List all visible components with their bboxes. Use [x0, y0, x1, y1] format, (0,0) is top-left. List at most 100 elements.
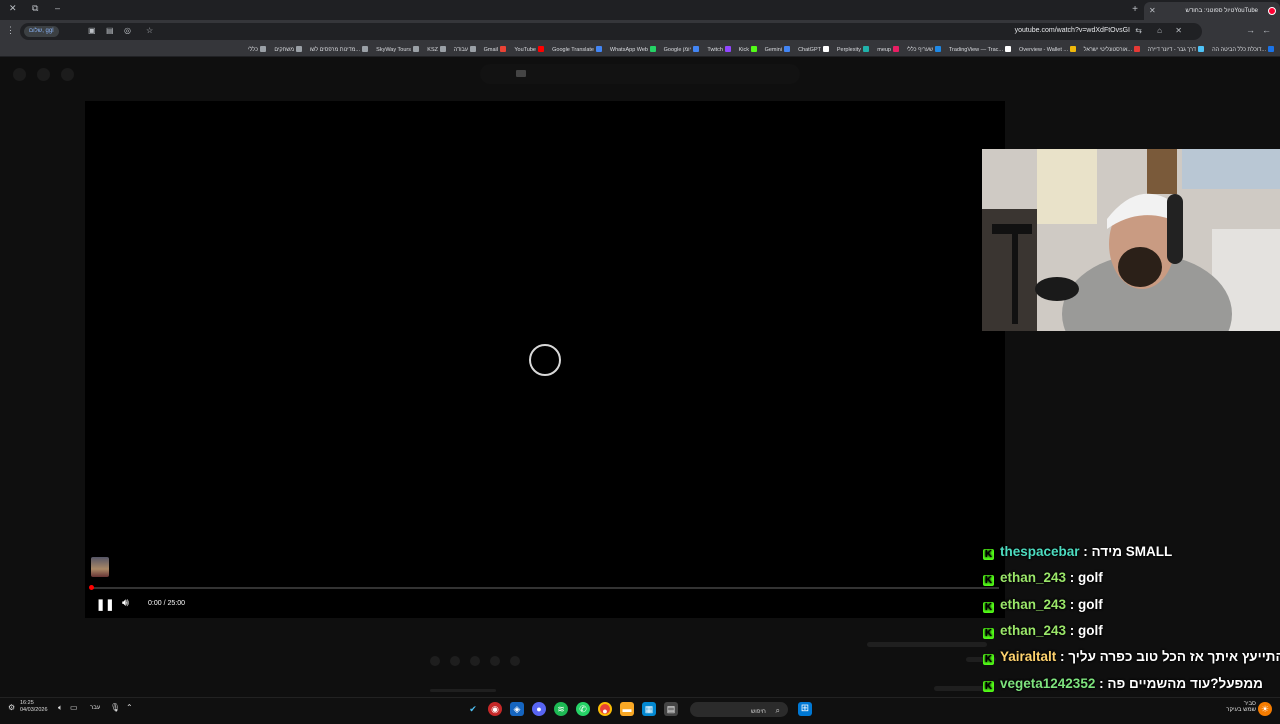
- bookmark-item[interactable]: Overview - Wallet ...: [1019, 46, 1076, 53]
- chevron-up-icon[interactable]: ⌃: [126, 703, 133, 712]
- bookmark-favicon-icon: [693, 46, 699, 52]
- bookmark-item[interactable]: KSZ: [427, 46, 446, 53]
- taskbar-app-icon[interactable]: ▤: [664, 702, 678, 716]
- taskbar-search[interactable]: חיפוש ⌕: [690, 702, 788, 717]
- volume-icon[interactable]: 🔊︎: [122, 597, 129, 610]
- tab-youtube[interactable]: YouTubeטיול ספוטני: בחודש ✕: [1144, 2, 1280, 20]
- close-tab-icon[interactable]: ✕: [1149, 6, 1156, 15]
- carousel-dot[interactable]: [510, 656, 520, 666]
- pause-icon[interactable]: ❚❚: [96, 598, 114, 611]
- stop-icon[interactable]: ✕: [1175, 26, 1182, 35]
- bookmark-favicon-icon: [1198, 46, 1204, 52]
- bookmark-label: אורסטונליטי ישראל...: [1083, 47, 1132, 53]
- kick-icon: K: [983, 575, 994, 587]
- bookmark-item[interactable]: Google Translate: [552, 46, 602, 53]
- bookmark-item[interactable]: YouTube: [514, 46, 544, 53]
- spotify-icon[interactable]: ≋: [554, 702, 568, 716]
- bookmark-item[interactable]: אורסטונליטי ישראל...: [1084, 46, 1140, 53]
- chat-text: : התייעץ איתך אז הכל טוב כפרה עליך: [1056, 649, 1280, 665]
- back-icon[interactable]: ←: [1262, 25, 1271, 35]
- taskbar-clock[interactable]: 16:25 04/03/2026: [20, 700, 48, 714]
- bookmark-item[interactable]: Twitch: [707, 46, 731, 53]
- time-display: 0:00 / 25:00: [148, 600, 185, 607]
- video-player[interactable]: ❚❚ 🔊︎ 0:00 / 25:00: [85, 101, 1005, 618]
- windows-taskbar: ⚙ 🔈︎ ▭ עבר 🎙︎ ⌃ ✔ ◉ ◈ ● ≋ ✆ ● ▬ ▦ ▤ חיפו…: [0, 697, 1280, 720]
- bookmark-label: Twitch: [707, 47, 723, 53]
- nav-dot[interactable]: [37, 68, 50, 81]
- bookmark-favicon-icon: [823, 46, 829, 52]
- bookmark-item[interactable]: TradingView — Trac...: [949, 46, 1011, 53]
- kick-icon: K: [983, 549, 994, 560]
- carousel-dot[interactable]: [450, 656, 460, 666]
- chat-username: Yairaltalt: [1000, 649, 1057, 665]
- close-window-icon[interactable]: ✕: [9, 3, 17, 14]
- url-text: youtube.com/watch?v=wdXdFtOvsGI: [1014, 27, 1130, 34]
- display-icon[interactable]: ▭: [70, 703, 78, 712]
- progress-bar[interactable]: [89, 585, 999, 590]
- bookmark-item[interactable]: משחקים: [274, 46, 302, 53]
- bookmark-item[interactable]: Gemini: [765, 46, 790, 53]
- chrome-icon[interactable]: ●: [598, 702, 612, 716]
- taskbar-app-icon[interactable]: ✔: [466, 702, 480, 716]
- bookmark-star-icon[interactable]: ☆: [146, 26, 153, 35]
- kick-icon: K: [983, 654, 994, 666]
- site-settings-icon[interactable]: ⇆: [1135, 26, 1142, 35]
- bookmark-item[interactable]: עבודה: [454, 46, 476, 53]
- bookmark-favicon-icon: [413, 46, 419, 52]
- bookmark-favicon-icon: [650, 46, 656, 52]
- bookmark-item[interactable]: מדינות מרפסים לשו...: [310, 46, 368, 53]
- mic-icon[interactable]: 🎙︎: [110, 703, 120, 712]
- weather-widget[interactable]: סביר שמש בעיקר: [1220, 701, 1256, 713]
- carousel-dot[interactable]: [490, 656, 500, 666]
- windows-start-icon[interactable]: ⊞: [798, 702, 812, 716]
- nav-dot[interactable]: [13, 68, 26, 81]
- lens-icon[interactable]: ◎: [124, 26, 131, 35]
- address-bar[interactable]: שלום, ggl ▣ ▤ ◎ ☆ youtube.com/watch?v=wd…: [20, 23, 1202, 40]
- taskbar-app-icon[interactable]: ▦: [642, 702, 656, 716]
- placeholder-bar: [430, 689, 496, 692]
- discord-icon[interactable]: ●: [532, 702, 546, 716]
- bookmark-item[interactable]: דרך גבר - דיונר דיירה: [1148, 46, 1204, 53]
- progress-knob[interactable]: [89, 585, 94, 590]
- bookmark-item[interactable]: כללי: [248, 46, 266, 53]
- extensions-icon[interactable]: ▣: [88, 26, 96, 35]
- taskbar-app-icon[interactable]: ◉: [488, 702, 502, 716]
- keyboard-icon[interactable]: [516, 70, 526, 77]
- bookmark-favicon-icon: [1070, 46, 1076, 52]
- language-indicator[interactable]: עבר: [90, 705, 100, 711]
- carousel-dot[interactable]: [470, 656, 480, 666]
- taskbar-app-icon[interactable]: ◈: [510, 702, 524, 716]
- carousel-dot[interactable]: [430, 656, 440, 666]
- chat-username: thespacebar: [1000, 544, 1080, 559]
- channel-avatar[interactable]: [91, 557, 109, 577]
- bookmark-item[interactable]: SkyWay Tours: [376, 46, 419, 53]
- screenshot-icon[interactable]: ▤: [106, 26, 114, 35]
- bookmark-item[interactable]: שעריף כללי: [907, 46, 941, 53]
- minimize-window-icon[interactable]: –: [55, 3, 60, 13]
- bookmark-item[interactable]: Perplexity: [837, 46, 869, 53]
- bookmark-label: Gemini: [764, 47, 782, 53]
- chat-message: Kethan_243 : golf: [983, 570, 1103, 592]
- speaker-icon[interactable]: 🔈︎: [58, 703, 63, 713]
- settings-icon[interactable]: ⚙: [8, 703, 15, 712]
- chat-text: : מידה SMALL: [1079, 544, 1173, 559]
- menu-dots-icon[interactable]: ⋮: [6, 25, 15, 36]
- nav-dot[interactable]: [61, 68, 74, 81]
- forward-icon[interactable]: →: [1246, 25, 1255, 35]
- whatsapp-icon[interactable]: ✆: [576, 702, 590, 716]
- bookmark-label: משחקים: [274, 47, 294, 53]
- file-explorer-icon[interactable]: ▬: [620, 702, 634, 716]
- new-tab-icon[interactable]: +: [1132, 4, 1138, 15]
- restore-window-icon[interactable]: ⧉: [32, 3, 38, 14]
- bookmark-item[interactable]: meup: [877, 46, 899, 53]
- bookmark-item[interactable]: Kick: [739, 46, 757, 53]
- bookmark-item[interactable]: WhatsApp Web: [610, 46, 656, 53]
- search-box[interactable]: [480, 64, 800, 84]
- bookmark-item[interactable]: Gmail: [484, 46, 506, 53]
- chat-message: Kthespacebar : מידה SMALL: [983, 544, 1172, 566]
- home-icon[interactable]: ⌂: [1157, 26, 1162, 35]
- bookmark-item[interactable]: Google יומן: [664, 46, 699, 53]
- bookmark-item[interactable]: דוכלת כלל הביטה הה...: [1212, 46, 1274, 53]
- bookmark-item[interactable]: ChatGPT: [798, 46, 829, 53]
- profile-chip[interactable]: שלום, ggl: [24, 26, 59, 37]
